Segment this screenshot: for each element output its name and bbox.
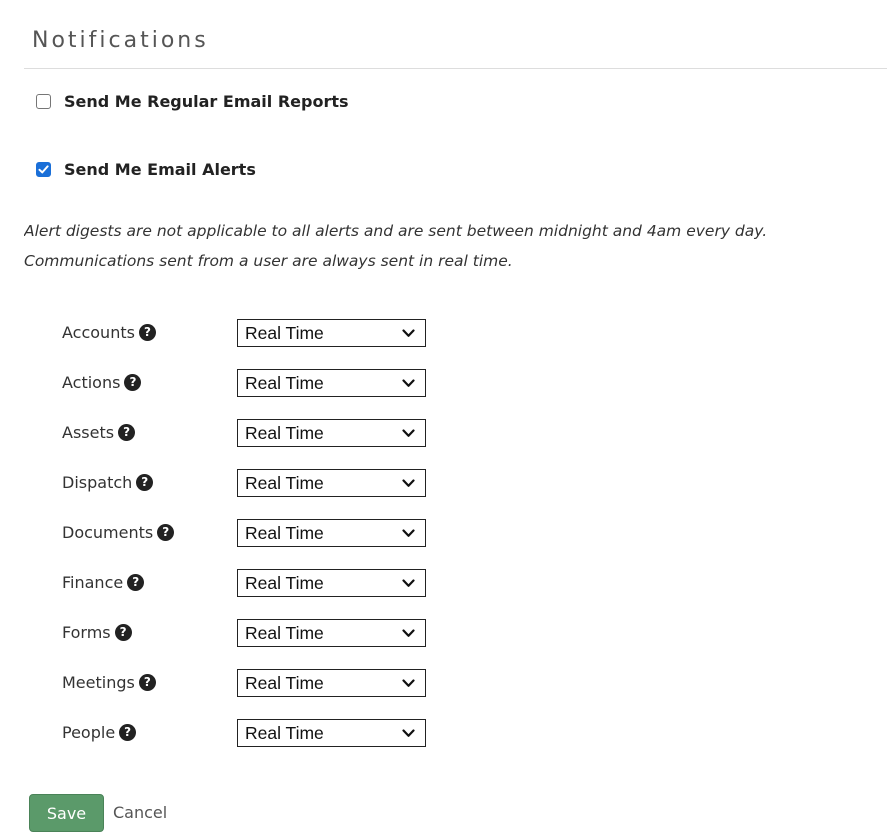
select-value: Real Time xyxy=(245,472,324,493)
select-value: Real Time xyxy=(245,672,324,693)
select-value: Real Time xyxy=(245,522,324,543)
alert-label-text: Forms xyxy=(62,623,111,642)
alert-label: Dispatch ? xyxy=(62,473,154,492)
select-value: Real Time xyxy=(245,322,324,343)
alert-label: Documents ? xyxy=(62,523,175,542)
alert-label: Accounts ? xyxy=(62,323,156,342)
chevron-down-icon xyxy=(402,579,415,587)
section-title: Notifications xyxy=(32,28,209,53)
chevron-down-icon xyxy=(402,679,415,687)
note-line-1: Alert digests are not applicable to all … xyxy=(24,222,768,240)
chevron-down-icon xyxy=(402,429,415,437)
select-value: Real Time xyxy=(245,722,324,743)
alert-row-forms: Forms ? Real Time xyxy=(62,618,462,648)
alert-label: Finance ? xyxy=(62,573,145,592)
alert-label: Meetings ? xyxy=(62,673,156,692)
alert-row-accounts: Accounts ? Real Time xyxy=(62,318,462,348)
alert-label-text: People xyxy=(62,723,116,742)
alert-label: Assets ? xyxy=(62,423,136,442)
alert-label-text: Finance xyxy=(62,573,124,592)
email-alerts-label: Send Me Email Alerts xyxy=(64,160,256,179)
select-value: Real Time xyxy=(245,622,324,643)
alert-label: People ? xyxy=(62,723,137,742)
alert-frequency-select[interactable]: Real Time xyxy=(237,669,426,697)
alert-label-text: Assets xyxy=(62,423,115,442)
question-circle-icon[interactable]: ? xyxy=(119,724,137,741)
alert-frequency-select[interactable]: Real Time xyxy=(237,619,426,647)
select-value: Real Time xyxy=(245,372,324,393)
alert-label-text: Meetings xyxy=(62,673,135,692)
alert-row-people: People ? Real Time xyxy=(62,718,462,748)
alert-digest-note: Alert digests are not applicable to all … xyxy=(24,216,767,276)
alert-frequency-select[interactable]: Real Time xyxy=(237,469,426,497)
question-circle-icon[interactable]: ? xyxy=(138,324,156,341)
regular-reports-label: Send Me Regular Email Reports xyxy=(64,92,349,111)
alert-row-documents: Documents ? Real Time xyxy=(62,518,462,548)
email-alerts-option[interactable]: Send Me Email Alerts xyxy=(36,160,256,179)
notifications-panel: Notifications Send Me Regular Email Repo… xyxy=(24,8,887,838)
alert-label: Forms ? xyxy=(62,623,132,642)
alert-row-actions: Actions ? Real Time xyxy=(62,368,462,398)
question-circle-icon[interactable]: ? xyxy=(114,624,132,641)
checkmark-icon xyxy=(38,165,49,174)
alert-row-dispatch: Dispatch ? Real Time xyxy=(62,468,462,498)
note-line-2: Communications sent from a user are alwa… xyxy=(24,252,513,270)
alert-frequency-select[interactable]: Real Time xyxy=(237,569,426,597)
alert-frequency-select[interactable]: Real Time xyxy=(237,319,426,347)
alert-row-finance: Finance ? Real Time xyxy=(62,568,462,598)
email-alerts-checkbox[interactable] xyxy=(36,162,51,177)
question-circle-icon[interactable]: ? xyxy=(136,474,154,491)
question-circle-icon[interactable]: ? xyxy=(124,374,142,391)
cancel-link[interactable]: Cancel xyxy=(113,803,167,822)
alert-row-meetings: Meetings ? Real Time xyxy=(62,668,462,698)
alert-label-text: Documents xyxy=(62,523,154,542)
question-circle-icon[interactable]: ? xyxy=(157,524,175,541)
chevron-down-icon xyxy=(402,729,415,737)
question-circle-icon[interactable]: ? xyxy=(118,424,136,441)
alert-label-text: Accounts xyxy=(62,323,135,342)
save-button[interactable]: Save xyxy=(29,794,104,832)
alert-row-assets: Assets ? Real Time xyxy=(62,418,462,448)
regular-reports-option[interactable]: Send Me Regular Email Reports xyxy=(36,92,349,111)
alert-frequency-select[interactable]: Real Time xyxy=(237,419,426,447)
question-circle-icon[interactable]: ? xyxy=(138,674,156,691)
alert-frequency-select[interactable]: Real Time xyxy=(237,719,426,747)
regular-reports-checkbox[interactable] xyxy=(36,94,51,109)
chevron-down-icon xyxy=(402,379,415,387)
question-circle-icon[interactable]: ? xyxy=(127,574,145,591)
select-value: Real Time xyxy=(245,422,324,443)
title-divider xyxy=(24,68,887,69)
chevron-down-icon xyxy=(402,329,415,337)
top-strip xyxy=(0,0,887,8)
alert-frequency-select[interactable]: Real Time xyxy=(237,369,426,397)
alert-label-text: Dispatch xyxy=(62,473,133,492)
chevron-down-icon xyxy=(402,479,415,487)
alert-frequency-select[interactable]: Real Time xyxy=(237,519,426,547)
alert-label: Actions ? xyxy=(62,373,142,392)
chevron-down-icon xyxy=(402,529,415,537)
select-value: Real Time xyxy=(245,572,324,593)
chevron-down-icon xyxy=(402,629,415,637)
alert-label-text: Actions xyxy=(62,373,121,392)
